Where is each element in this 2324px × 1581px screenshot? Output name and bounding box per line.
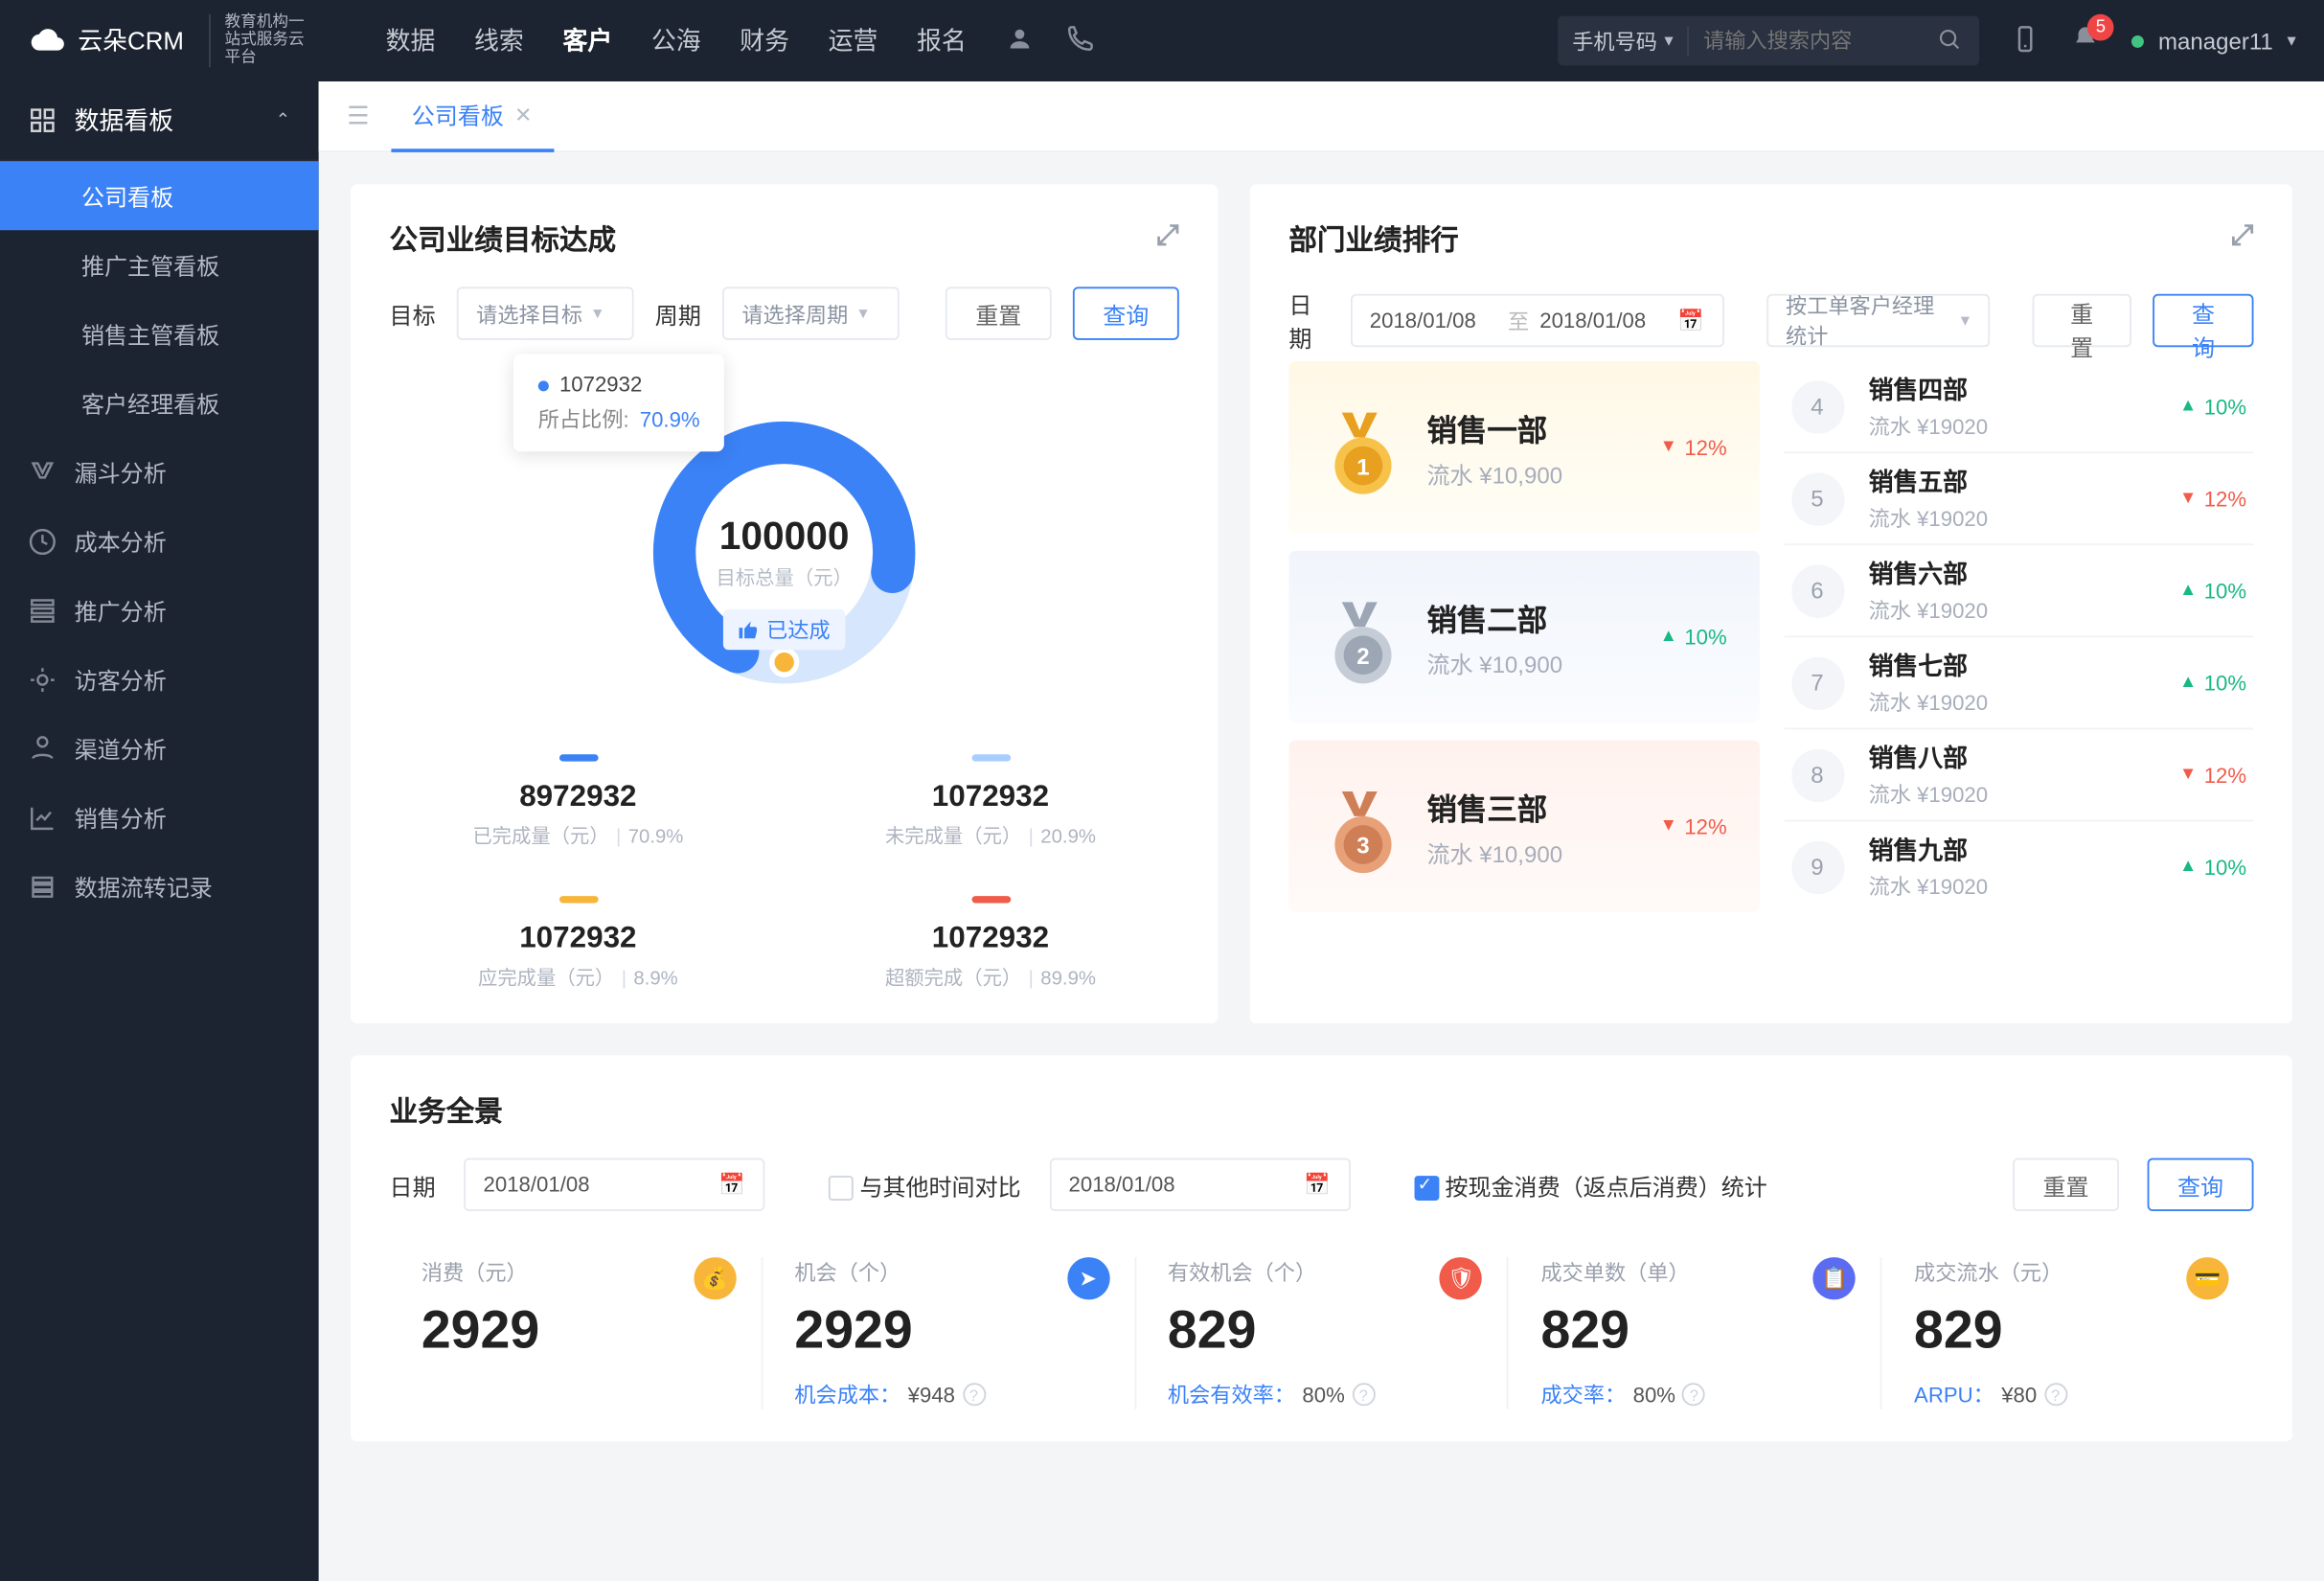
expand-icon[interactable]: ⤢ bbox=[1156, 221, 1179, 253]
compare-checkbox[interactable]: 与其他时间对比 bbox=[829, 1168, 1021, 1202]
medal-icon: 3 bbox=[1321, 787, 1399, 864]
sidebar-item[interactable]: 成本分析 bbox=[0, 507, 319, 576]
query-button[interactable]: 查询 bbox=[2153, 294, 2254, 347]
topbar: 云朵CRM 教育机构一站式服务云平台 数据线索客户公海财务运营报名 手机号码▾ … bbox=[0, 0, 2324, 81]
info-icon[interactable]: ? bbox=[2044, 1383, 2067, 1406]
nav-报名[interactable]: 报名 bbox=[917, 23, 967, 58]
calendar-icon: 📅 bbox=[718, 1172, 745, 1197]
info-icon[interactable]: ? bbox=[962, 1383, 985, 1406]
sidebar-group-header[interactable]: 数据看板 ⌃ bbox=[0, 81, 319, 161]
status-chip: 已达成 bbox=[724, 609, 845, 651]
sidebar: 数据看板 ⌃ 公司看板推广主管看板销售主管看板客户经理看板 漏斗分析成本分析推广… bbox=[0, 81, 319, 1581]
nav-user-icon[interactable] bbox=[1005, 24, 1034, 57]
stat-block: 8972932已完成量（元）|70.9% bbox=[390, 754, 767, 850]
chart-tooltip: 1072932 所占比例:70.9% bbox=[513, 355, 725, 452]
rank-row[interactable]: 5销售五部流水 ¥19020▼12% bbox=[1784, 453, 2254, 545]
metric-card: 📋成交单数（单）829成交率：80%? bbox=[1507, 1257, 1880, 1409]
search: 手机号码▾ bbox=[1558, 16, 1979, 66]
bell-icon[interactable]: 5 bbox=[2071, 24, 2100, 57]
search-type-select[interactable]: 手机号码▾ bbox=[1558, 26, 1689, 56]
podium-card[interactable]: 2销售二部流水 ¥10,900▲10% bbox=[1288, 551, 1759, 722]
target-select[interactable]: 请选择目标▾ bbox=[457, 286, 634, 339]
nav-公海[interactable]: 公海 bbox=[651, 23, 701, 58]
podium-card[interactable]: 3销售三部流水 ¥10,900▼12% bbox=[1288, 740, 1759, 911]
period-select[interactable]: 请选择周期▾ bbox=[722, 286, 900, 339]
reset-button[interactable]: 重置 bbox=[2013, 1158, 2119, 1211]
sidebar-item[interactable]: 销售主管看板 bbox=[0, 299, 319, 368]
svg-text:1: 1 bbox=[1356, 453, 1369, 479]
reset-button[interactable]: 重置 bbox=[2032, 294, 2132, 347]
rank-row[interactable]: 8销售八部流水 ¥19020▼12% bbox=[1784, 729, 2254, 821]
info-icon[interactable]: ? bbox=[1682, 1383, 1705, 1406]
calendar-icon: 📅 bbox=[1677, 309, 1704, 333]
metric-icon: 📋 bbox=[1813, 1257, 1856, 1299]
sidebar-item[interactable]: 数据流转记录 bbox=[0, 852, 319, 921]
date-input-1[interactable]: 📅 bbox=[464, 1158, 764, 1211]
tab-bar: ☰ 公司看板✕ bbox=[319, 81, 2324, 152]
panel-overview: 业务全景 日期 📅 与其他时间对比 📅 按现金消费（返点后消费）统计 重置 查询… bbox=[351, 1055, 2292, 1441]
svg-text:2: 2 bbox=[1356, 643, 1369, 669]
mobile-icon[interactable] bbox=[2012, 24, 2040, 57]
nav-数据[interactable]: 数据 bbox=[386, 23, 436, 58]
logo: 云朵CRM 教育机构一站式服务云平台 bbox=[29, 14, 315, 67]
rank-row[interactable]: 7销售七部流水 ¥19020▲10% bbox=[1784, 637, 2254, 729]
nav-财务[interactable]: 财务 bbox=[740, 23, 789, 58]
tab-company-board[interactable]: 公司看板✕ bbox=[391, 80, 554, 151]
calendar-icon: 📅 bbox=[1304, 1172, 1331, 1197]
metric-card: ➤机会（个）2929机会成本：¥948? bbox=[761, 1257, 1134, 1409]
metric-icon: 💳 bbox=[2186, 1257, 2228, 1299]
metric-icon: 🛡 bbox=[1440, 1257, 1482, 1299]
cash-checkbox[interactable]: 按现金消费（返点后消费）统计 bbox=[1414, 1168, 1767, 1202]
sidebar-item[interactable]: 客户经理看板 bbox=[0, 368, 319, 437]
search-icon[interactable] bbox=[1920, 26, 1980, 56]
chevron-up-icon: ⌃ bbox=[276, 111, 291, 130]
top-nav: 数据 线索 客户 公海 财务 运营 报名 bbox=[386, 23, 967, 58]
panel-target: 公司业绩目标达成⤢ 目标 请选择目标▾ 周期 请选择周期▾ 重置 查询 bbox=[351, 184, 1219, 1023]
podium-card[interactable]: 1销售一部流水 ¥10,900▼12% bbox=[1288, 361, 1759, 533]
metric-card: 💰消费（元）2929 bbox=[390, 1257, 762, 1409]
rank-row[interactable]: 9销售九部流水 ¥19020▲10% bbox=[1784, 821, 2254, 911]
rank-row[interactable]: 6销售六部流水 ¥19020▲10% bbox=[1784, 545, 2254, 637]
sidebar-item[interactable]: 推广主管看板 bbox=[0, 230, 319, 299]
sidebar-item[interactable]: 漏斗分析 bbox=[0, 437, 319, 506]
sidebar-item[interactable]: 销售分析 bbox=[0, 783, 319, 852]
nav-运营[interactable]: 运营 bbox=[829, 23, 878, 58]
query-button[interactable]: 查询 bbox=[2148, 1158, 2254, 1211]
metric-icon: 💰 bbox=[694, 1257, 736, 1299]
donut-chart: 1072932 所占比例:70.9% 100000 目标总量（元） bbox=[390, 340, 1179, 712]
groupby-select[interactable]: 按工单客户经理统计▾ bbox=[1766, 294, 1990, 347]
panel-ranking: 部门业绩排行⤢ 日期 至📅 按工单客户经理统计▾ 重置 查询 1销售一部流水 ¥… bbox=[1250, 184, 2292, 1023]
metric-icon: ➤ bbox=[1067, 1257, 1109, 1299]
sidebar-item[interactable]: 访客分析 bbox=[0, 645, 319, 714]
stat-block: 1072932应完成量（元）|8.9% bbox=[390, 896, 767, 992]
stat-block: 1072932未完成量（元）|20.9% bbox=[802, 754, 1179, 850]
medal-icon: 2 bbox=[1321, 598, 1399, 676]
search-input[interactable] bbox=[1689, 29, 1919, 54]
nav-线索[interactable]: 线索 bbox=[474, 23, 524, 58]
expand-icon[interactable]: ⤢ bbox=[2231, 221, 2254, 253]
query-button[interactable]: 查询 bbox=[1073, 286, 1179, 339]
medal-icon: 1 bbox=[1321, 408, 1399, 486]
collapse-icon[interactable]: ☰ bbox=[336, 101, 379, 130]
nav-phone-icon[interactable] bbox=[1065, 24, 1094, 57]
stat-block: 1072932超额完成（元）|89.9% bbox=[802, 896, 1179, 992]
svg-text:3: 3 bbox=[1356, 833, 1369, 859]
date-range[interactable]: 至📅 bbox=[1350, 294, 1723, 347]
date-input-2[interactable]: 📅 bbox=[1049, 1158, 1350, 1211]
metric-card: 💳成交流水（元）829ARPU：¥80? bbox=[1880, 1257, 2254, 1409]
nav-客户[interactable]: 客户 bbox=[562, 23, 612, 58]
status-dot bbox=[2131, 34, 2144, 47]
sidebar-item[interactable]: 公司看板 bbox=[0, 161, 319, 230]
sidebar-item[interactable]: 渠道分析 bbox=[0, 714, 319, 783]
reset-button[interactable]: 重置 bbox=[946, 286, 1052, 339]
info-icon[interactable]: ? bbox=[1352, 1383, 1375, 1406]
rank-row[interactable]: 4销售四部流水 ¥19020▲10% bbox=[1784, 361, 2254, 453]
metric-card: 🛡有效机会（个）829机会有效率：80%? bbox=[1134, 1257, 1508, 1409]
sidebar-item[interactable]: 推广分析 bbox=[0, 576, 319, 645]
close-icon[interactable]: ✕ bbox=[514, 102, 533, 126]
user-menu[interactable]: manager11▾ bbox=[2131, 28, 2296, 55]
